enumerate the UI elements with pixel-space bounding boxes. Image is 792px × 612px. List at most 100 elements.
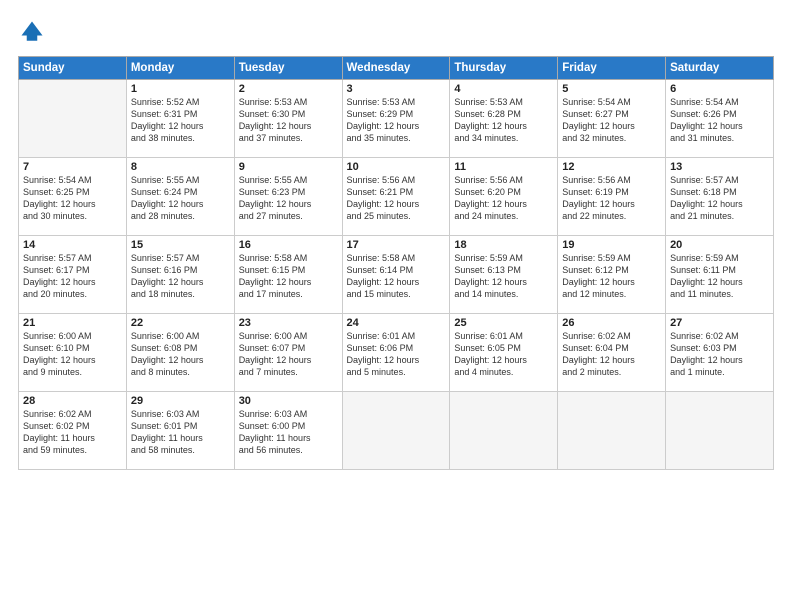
calendar-cell: 2Sunrise: 5:53 AM Sunset: 6:30 PM Daylig… xyxy=(234,80,342,158)
day-detail: Sunrise: 5:56 AM Sunset: 6:20 PM Dayligh… xyxy=(454,174,553,223)
day-number: 28 xyxy=(23,395,122,407)
calendar-week-5: 28Sunrise: 6:02 AM Sunset: 6:02 PM Dayli… xyxy=(19,392,774,470)
day-number: 24 xyxy=(347,317,446,329)
day-number: 29 xyxy=(131,395,230,407)
calendar-cell: 21Sunrise: 6:00 AM Sunset: 6:10 PM Dayli… xyxy=(19,314,127,392)
calendar-header-row: SundayMondayTuesdayWednesdayThursdayFrid… xyxy=(19,57,774,80)
calendar-header-friday: Friday xyxy=(558,57,666,80)
day-detail: Sunrise: 5:53 AM Sunset: 6:30 PM Dayligh… xyxy=(239,96,338,145)
day-detail: Sunrise: 5:58 AM Sunset: 6:14 PM Dayligh… xyxy=(347,252,446,301)
calendar-cell xyxy=(666,392,774,470)
day-number: 18 xyxy=(454,239,553,251)
calendar-cell: 6Sunrise: 5:54 AM Sunset: 6:26 PM Daylig… xyxy=(666,80,774,158)
header xyxy=(18,18,774,46)
day-detail: Sunrise: 5:59 AM Sunset: 6:13 PM Dayligh… xyxy=(454,252,553,301)
calendar-cell: 24Sunrise: 6:01 AM Sunset: 6:06 PM Dayli… xyxy=(342,314,450,392)
calendar-cell: 22Sunrise: 6:00 AM Sunset: 6:08 PM Dayli… xyxy=(126,314,234,392)
day-number: 21 xyxy=(23,317,122,329)
day-number: 12 xyxy=(562,161,661,173)
day-number: 8 xyxy=(131,161,230,173)
calendar-cell xyxy=(342,392,450,470)
calendar-header-thursday: Thursday xyxy=(450,57,558,80)
day-number: 20 xyxy=(670,239,769,251)
day-detail: Sunrise: 5:56 AM Sunset: 6:21 PM Dayligh… xyxy=(347,174,446,223)
calendar-cell: 14Sunrise: 5:57 AM Sunset: 6:17 PM Dayli… xyxy=(19,236,127,314)
day-number: 6 xyxy=(670,83,769,95)
calendar-cell: 23Sunrise: 6:00 AM Sunset: 6:07 PM Dayli… xyxy=(234,314,342,392)
day-number: 19 xyxy=(562,239,661,251)
day-detail: Sunrise: 5:55 AM Sunset: 6:23 PM Dayligh… xyxy=(239,174,338,223)
day-detail: Sunrise: 6:02 AM Sunset: 6:03 PM Dayligh… xyxy=(670,330,769,379)
day-detail: Sunrise: 5:57 AM Sunset: 6:17 PM Dayligh… xyxy=(23,252,122,301)
calendar-cell: 30Sunrise: 6:03 AM Sunset: 6:00 PM Dayli… xyxy=(234,392,342,470)
day-number: 25 xyxy=(454,317,553,329)
calendar-cell xyxy=(558,392,666,470)
calendar-cell: 27Sunrise: 6:02 AM Sunset: 6:03 PM Dayli… xyxy=(666,314,774,392)
calendar-table: SundayMondayTuesdayWednesdayThursdayFrid… xyxy=(18,56,774,470)
calendar-cell: 15Sunrise: 5:57 AM Sunset: 6:16 PM Dayli… xyxy=(126,236,234,314)
calendar-cell: 13Sunrise: 5:57 AM Sunset: 6:18 PM Dayli… xyxy=(666,158,774,236)
calendar-header-sunday: Sunday xyxy=(19,57,127,80)
day-number: 3 xyxy=(347,83,446,95)
day-detail: Sunrise: 5:56 AM Sunset: 6:19 PM Dayligh… xyxy=(562,174,661,223)
calendar-cell: 28Sunrise: 6:02 AM Sunset: 6:02 PM Dayli… xyxy=(19,392,127,470)
day-detail: Sunrise: 6:03 AM Sunset: 6:01 PM Dayligh… xyxy=(131,408,230,457)
day-number: 14 xyxy=(23,239,122,251)
calendar-week-2: 7Sunrise: 5:54 AM Sunset: 6:25 PM Daylig… xyxy=(19,158,774,236)
day-number: 22 xyxy=(131,317,230,329)
day-detail: Sunrise: 5:58 AM Sunset: 6:15 PM Dayligh… xyxy=(239,252,338,301)
calendar-week-3: 14Sunrise: 5:57 AM Sunset: 6:17 PM Dayli… xyxy=(19,236,774,314)
day-detail: Sunrise: 5:53 AM Sunset: 6:29 PM Dayligh… xyxy=(347,96,446,145)
day-detail: Sunrise: 5:53 AM Sunset: 6:28 PM Dayligh… xyxy=(454,96,553,145)
calendar-cell: 29Sunrise: 6:03 AM Sunset: 6:01 PM Dayli… xyxy=(126,392,234,470)
day-number: 13 xyxy=(670,161,769,173)
calendar-cell: 25Sunrise: 6:01 AM Sunset: 6:05 PM Dayli… xyxy=(450,314,558,392)
day-detail: Sunrise: 5:59 AM Sunset: 6:11 PM Dayligh… xyxy=(670,252,769,301)
day-number: 27 xyxy=(670,317,769,329)
day-number: 10 xyxy=(347,161,446,173)
day-number: 9 xyxy=(239,161,338,173)
calendar-cell: 10Sunrise: 5:56 AM Sunset: 6:21 PM Dayli… xyxy=(342,158,450,236)
calendar-cell: 12Sunrise: 5:56 AM Sunset: 6:19 PM Dayli… xyxy=(558,158,666,236)
day-detail: Sunrise: 5:54 AM Sunset: 6:26 PM Dayligh… xyxy=(670,96,769,145)
day-detail: Sunrise: 6:02 AM Sunset: 6:04 PM Dayligh… xyxy=(562,330,661,379)
logo-icon xyxy=(18,18,46,46)
day-number: 15 xyxy=(131,239,230,251)
day-number: 7 xyxy=(23,161,122,173)
day-detail: Sunrise: 5:54 AM Sunset: 6:27 PM Dayligh… xyxy=(562,96,661,145)
day-detail: Sunrise: 5:52 AM Sunset: 6:31 PM Dayligh… xyxy=(131,96,230,145)
calendar-cell: 9Sunrise: 5:55 AM Sunset: 6:23 PM Daylig… xyxy=(234,158,342,236)
calendar-cell: 16Sunrise: 5:58 AM Sunset: 6:15 PM Dayli… xyxy=(234,236,342,314)
calendar-header-saturday: Saturday xyxy=(666,57,774,80)
day-number: 2 xyxy=(239,83,338,95)
day-detail: Sunrise: 6:03 AM Sunset: 6:00 PM Dayligh… xyxy=(239,408,338,457)
calendar-header-tuesday: Tuesday xyxy=(234,57,342,80)
day-number: 4 xyxy=(454,83,553,95)
day-detail: Sunrise: 6:00 AM Sunset: 6:08 PM Dayligh… xyxy=(131,330,230,379)
day-detail: Sunrise: 5:57 AM Sunset: 6:16 PM Dayligh… xyxy=(131,252,230,301)
calendar-cell: 19Sunrise: 5:59 AM Sunset: 6:12 PM Dayli… xyxy=(558,236,666,314)
calendar-cell xyxy=(19,80,127,158)
day-number: 5 xyxy=(562,83,661,95)
calendar-week-1: 1Sunrise: 5:52 AM Sunset: 6:31 PM Daylig… xyxy=(19,80,774,158)
calendar-week-4: 21Sunrise: 6:00 AM Sunset: 6:10 PM Dayli… xyxy=(19,314,774,392)
calendar-cell: 17Sunrise: 5:58 AM Sunset: 6:14 PM Dayli… xyxy=(342,236,450,314)
calendar-header-wednesday: Wednesday xyxy=(342,57,450,80)
calendar-cell: 20Sunrise: 5:59 AM Sunset: 6:11 PM Dayli… xyxy=(666,236,774,314)
day-detail: Sunrise: 5:59 AM Sunset: 6:12 PM Dayligh… xyxy=(562,252,661,301)
calendar-cell: 4Sunrise: 5:53 AM Sunset: 6:28 PM Daylig… xyxy=(450,80,558,158)
logo xyxy=(18,18,50,46)
calendar-cell: 1Sunrise: 5:52 AM Sunset: 6:31 PM Daylig… xyxy=(126,80,234,158)
calendar-cell: 18Sunrise: 5:59 AM Sunset: 6:13 PM Dayli… xyxy=(450,236,558,314)
calendar-cell: 5Sunrise: 5:54 AM Sunset: 6:27 PM Daylig… xyxy=(558,80,666,158)
day-number: 11 xyxy=(454,161,553,173)
day-detail: Sunrise: 6:00 AM Sunset: 6:07 PM Dayligh… xyxy=(239,330,338,379)
calendar-cell: 8Sunrise: 5:55 AM Sunset: 6:24 PM Daylig… xyxy=(126,158,234,236)
calendar-cell xyxy=(450,392,558,470)
calendar-cell: 26Sunrise: 6:02 AM Sunset: 6:04 PM Dayli… xyxy=(558,314,666,392)
day-number: 1 xyxy=(131,83,230,95)
day-number: 23 xyxy=(239,317,338,329)
day-number: 26 xyxy=(562,317,661,329)
day-number: 30 xyxy=(239,395,338,407)
calendar-header-monday: Monday xyxy=(126,57,234,80)
